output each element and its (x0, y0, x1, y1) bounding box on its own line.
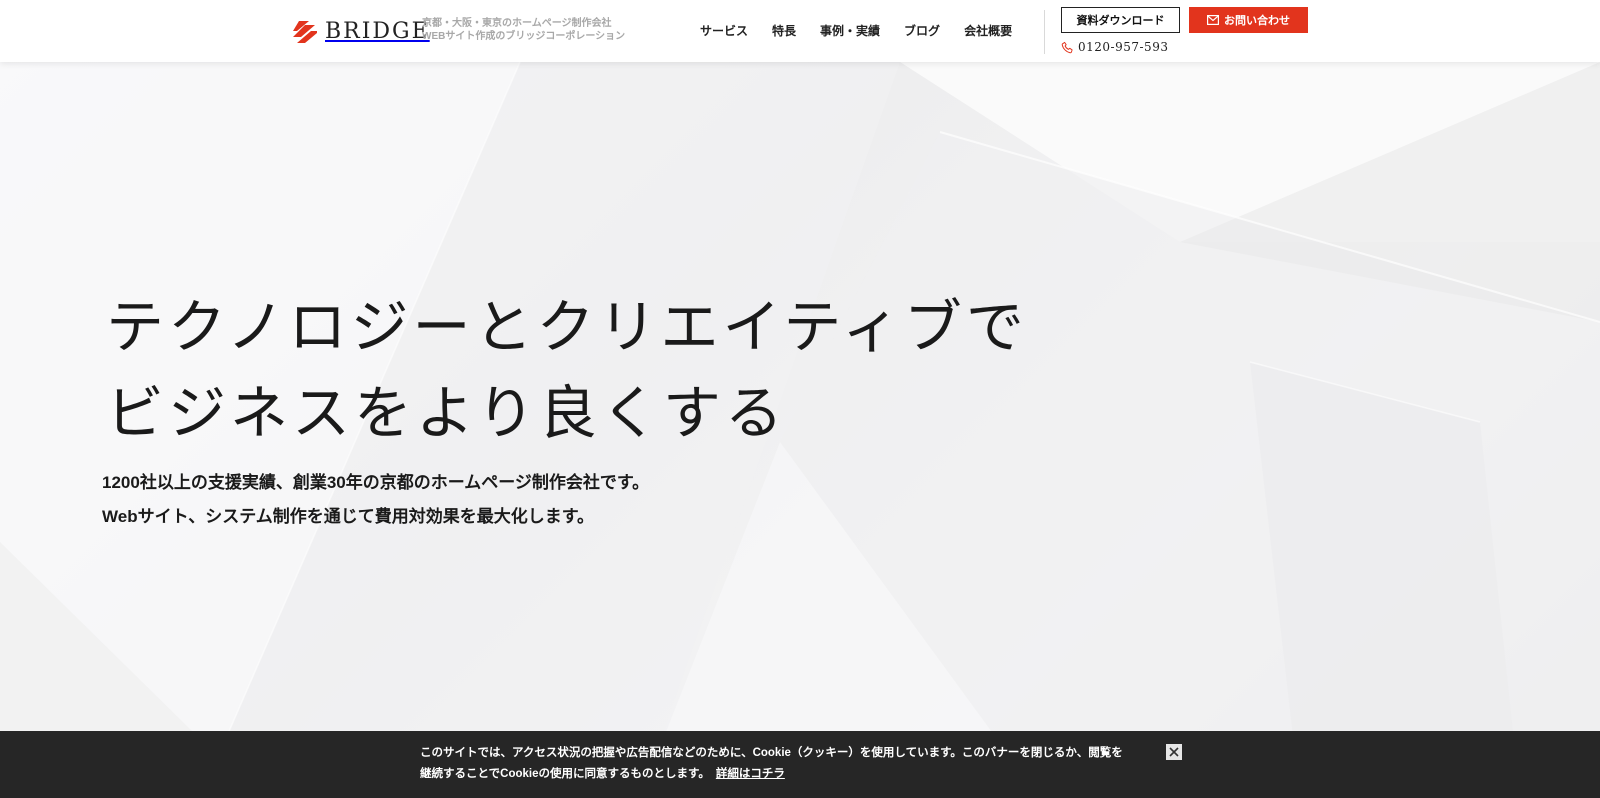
tagline-line1: 京都・大阪・東京のホームページ制作会社 (422, 18, 612, 29)
phone-icon (1061, 41, 1073, 53)
hero-headline: テクノロジーとクリエイティブで ビジネスをより良くする (106, 284, 1028, 456)
close-icon (1169, 747, 1179, 757)
tagline-line2: WEBサイト作成のブリッジコーポレーション (422, 31, 626, 42)
main-nav: サービス 特長 事例・実績 ブログ 会社概要 (700, 22, 1012, 39)
nav-item-company[interactable]: 会社概要 (964, 22, 1012, 39)
cookie-line2-wrap: 継続することでCookieの使用に同意するものとします。 詳細はコチラ (420, 764, 1160, 785)
nav-item-blog[interactable]: ブログ (904, 22, 940, 39)
nav-item-works[interactable]: 事例・実績 (820, 22, 880, 39)
download-button[interactable]: 資料ダウンロード (1061, 7, 1180, 33)
cookie-banner: このサイトでは、アクセス状況の把握や広告配信などのために、Cookie（クッキー… (0, 731, 1600, 798)
mail-icon (1207, 15, 1219, 25)
phone-link[interactable]: 0120-957-593 (1061, 40, 1168, 54)
subcopy-line1: 1200社以上の支援実績、創業30年の京都のホームページ制作会社です。 (102, 473, 650, 492)
headline-line2: ビジネスをより良くする (106, 379, 787, 447)
cookie-text: このサイトでは、アクセス状況の把握や広告配信などのために、Cookie（クッキー… (420, 743, 1160, 785)
hero-section: テクノロジーとクリエイティブで ビジネスをより良くする 1200社以上の支援実績… (0, 62, 1600, 798)
cookie-line2: 継続することでCookieの使用に同意するものとします。 (420, 768, 710, 780)
nav-divider (1044, 10, 1045, 54)
site-tagline: 京都・大阪・東京のホームページ制作会社 WEBサイト作成のブリッジコーポレーショ… (422, 17, 625, 43)
contact-button-label: お問い合わせ (1224, 15, 1290, 27)
headline-line1: テクノロジーとクリエイティブで (106, 293, 1028, 361)
logo-link[interactable]: BRIDGE (293, 14, 430, 48)
cookie-line1: このサイトでは、アクセス状況の把握や広告配信などのために、Cookie（クッキー… (420, 747, 1123, 759)
cookie-details-link[interactable]: 詳細はコチラ (716, 768, 785, 780)
contact-button[interactable]: お問い合わせ (1189, 7, 1308, 33)
hero-subcopy: 1200社以上の支援実績、創業30年の京都のホームページ制作会社です。 Webサ… (102, 466, 649, 534)
nav-item-features[interactable]: 特長 (772, 22, 796, 39)
cookie-close-button[interactable] (1166, 744, 1182, 760)
logo-text: BRIDGE (325, 18, 430, 44)
phone-number: 0120-957-593 (1078, 40, 1169, 54)
nav-item-services[interactable]: サービス (700, 22, 748, 39)
site-header: BRIDGE 京都・大阪・東京のホームページ制作会社 WEBサイト作成のブリッジ… (0, 0, 1600, 62)
bridge-logo-icon (293, 21, 317, 43)
subcopy-line2: Webサイト、システム制作を通じて費用対効果を最大化します。 (102, 507, 595, 526)
